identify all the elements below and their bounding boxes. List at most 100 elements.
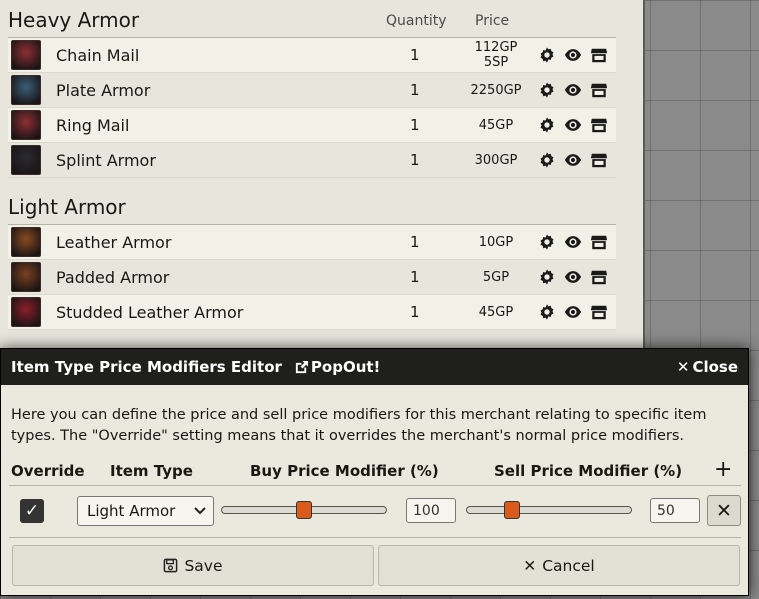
item-quantity: 1	[410, 233, 420, 251]
item-quantity: 1	[410, 81, 420, 99]
sell-modifier-input[interactable]: 50	[650, 498, 700, 523]
item-name[interactable]: Studded Leather Armor	[56, 303, 243, 322]
header-buy-modifier: Buy Price Modifier (%)	[250, 462, 439, 480]
gear-icon[interactable]	[538, 151, 556, 169]
item-row[interactable]: Leather Armor 1 10GP	[8, 225, 616, 260]
gear-icon[interactable]	[538, 46, 556, 64]
sell-modifier-slider[interactable]	[466, 496, 632, 526]
section-title-light: Light Armor	[8, 195, 126, 219]
eye-icon[interactable]	[564, 116, 582, 134]
gear-icon[interactable]	[538, 303, 556, 321]
item-quantity: 1	[410, 46, 420, 64]
item-price: 45GP	[478, 117, 514, 133]
header-item-type: Item Type	[110, 462, 193, 480]
heavy-armor-header: Heavy Armor Quantity Price	[8, 0, 616, 38]
buy-modifier-slider[interactable]	[221, 496, 387, 526]
floppy-disk-icon	[164, 558, 178, 573]
item-type-select[interactable]: Light Armor	[77, 496, 214, 526]
item-price: 45GP	[478, 304, 514, 320]
item-name[interactable]: Padded Armor	[56, 268, 169, 287]
popout-label: PopOut!	[310, 358, 381, 376]
eye-icon[interactable]	[564, 233, 582, 251]
store-icon[interactable]	[590, 303, 608, 321]
item-quantity: 1	[410, 151, 420, 169]
section-title-heavy: Heavy Armor	[8, 8, 140, 32]
gear-icon[interactable]	[538, 81, 556, 99]
item-image[interactable]	[11, 110, 41, 140]
sell-slider-track	[466, 506, 632, 514]
item-price: 112GP 5SP	[474, 40, 518, 70]
dialog-header[interactable]: Item Type Price Modifiers Editor PopOut!…	[1, 349, 748, 385]
remove-row-button[interactable]: ✕	[707, 495, 741, 526]
item-price: 2250GP	[470, 82, 522, 98]
item-row[interactable]: Plate Armor 1 2250GP	[8, 73, 616, 108]
item-name[interactable]: Chain Mail	[56, 46, 139, 65]
header-sell-modifier: Sell Price Modifier (%)	[494, 462, 683, 480]
column-quantity: Quantity	[386, 13, 447, 29]
item-row[interactable]: Ring Mail 1 45GP	[8, 108, 616, 143]
store-icon[interactable]	[590, 268, 608, 286]
gear-icon[interactable]	[538, 268, 556, 286]
eye-icon[interactable]	[564, 303, 582, 321]
gear-icon[interactable]	[538, 116, 556, 134]
item-actions	[538, 233, 608, 251]
item-name[interactable]: Splint Armor	[56, 151, 156, 170]
buy-modifier-input[interactable]: 100	[406, 498, 456, 523]
item-actions	[538, 81, 608, 99]
chevron-down-icon	[194, 507, 206, 515]
item-quantity: 1	[410, 303, 420, 321]
item-price: 300GP	[474, 152, 518, 168]
item-actions	[538, 46, 608, 64]
header-override: Override	[11, 462, 85, 480]
item-image[interactable]	[11, 40, 41, 70]
item-quantity: 1	[410, 268, 420, 286]
item-quantity: 1	[410, 116, 420, 134]
store-icon[interactable]	[590, 46, 608, 64]
item-image[interactable]	[11, 227, 41, 257]
eye-icon[interactable]	[564, 81, 582, 99]
store-icon[interactable]	[590, 116, 608, 134]
eye-icon[interactable]	[564, 268, 582, 286]
buy-slider-thumb[interactable]	[296, 501, 312, 519]
gear-icon[interactable]	[538, 233, 556, 251]
eye-icon[interactable]	[564, 46, 582, 64]
item-image[interactable]	[11, 75, 41, 105]
item-image[interactable]	[11, 297, 41, 327]
column-price: Price	[475, 13, 510, 29]
item-price: 5GP	[482, 269, 510, 285]
item-actions	[538, 303, 608, 321]
cancel-label: Cancel	[542, 556, 595, 575]
item-actions	[538, 116, 608, 134]
light-armor-list: Leather Armor 1 10GP Padded Armor 1 5GP Studde…	[8, 225, 616, 330]
item-name[interactable]: Ring Mail	[56, 116, 129, 135]
store-icon[interactable]	[590, 151, 608, 169]
eye-icon[interactable]	[564, 151, 582, 169]
item-row[interactable]: Splint Armor 1 300GP	[8, 143, 616, 178]
store-icon[interactable]	[590, 81, 608, 99]
item-image[interactable]	[11, 262, 41, 292]
footer-divider	[9, 537, 741, 538]
item-image[interactable]	[11, 145, 41, 175]
header-divider	[9, 485, 741, 486]
item-row[interactable]: Padded Armor 1 5GP	[8, 260, 616, 295]
override-checkbox[interactable]: ✓	[20, 499, 44, 523]
item-actions	[538, 151, 608, 169]
add-row-button[interactable]: +	[714, 459, 732, 481]
sell-slider-thumb[interactable]	[503, 501, 520, 519]
item-row[interactable]: Chain Mail 1 112GP 5SP	[8, 38, 616, 73]
save-button[interactable]: Save	[12, 545, 374, 586]
popout-button[interactable]: PopOut!	[294, 358, 380, 376]
item-row[interactable]: Studded Leather Armor 1 45GP	[8, 295, 616, 330]
external-link-icon	[295, 360, 308, 373]
close-button[interactable]: ✕ Close	[677, 358, 738, 376]
light-armor-header: Light Armor	[8, 178, 616, 225]
item-name[interactable]: Plate Armor	[56, 81, 150, 100]
item-name[interactable]: Leather Armor	[56, 233, 171, 252]
close-label: Close	[692, 358, 738, 376]
item-type-value: Light Armor	[87, 502, 176, 520]
store-icon[interactable]	[590, 233, 608, 251]
checkmark-icon: ✓	[24, 501, 40, 521]
cancel-icon: ✕	[523, 556, 537, 575]
dialog-description: Here you can define the price and sell p…	[11, 407, 707, 444]
cancel-button[interactable]: ✕ Cancel	[378, 545, 740, 586]
